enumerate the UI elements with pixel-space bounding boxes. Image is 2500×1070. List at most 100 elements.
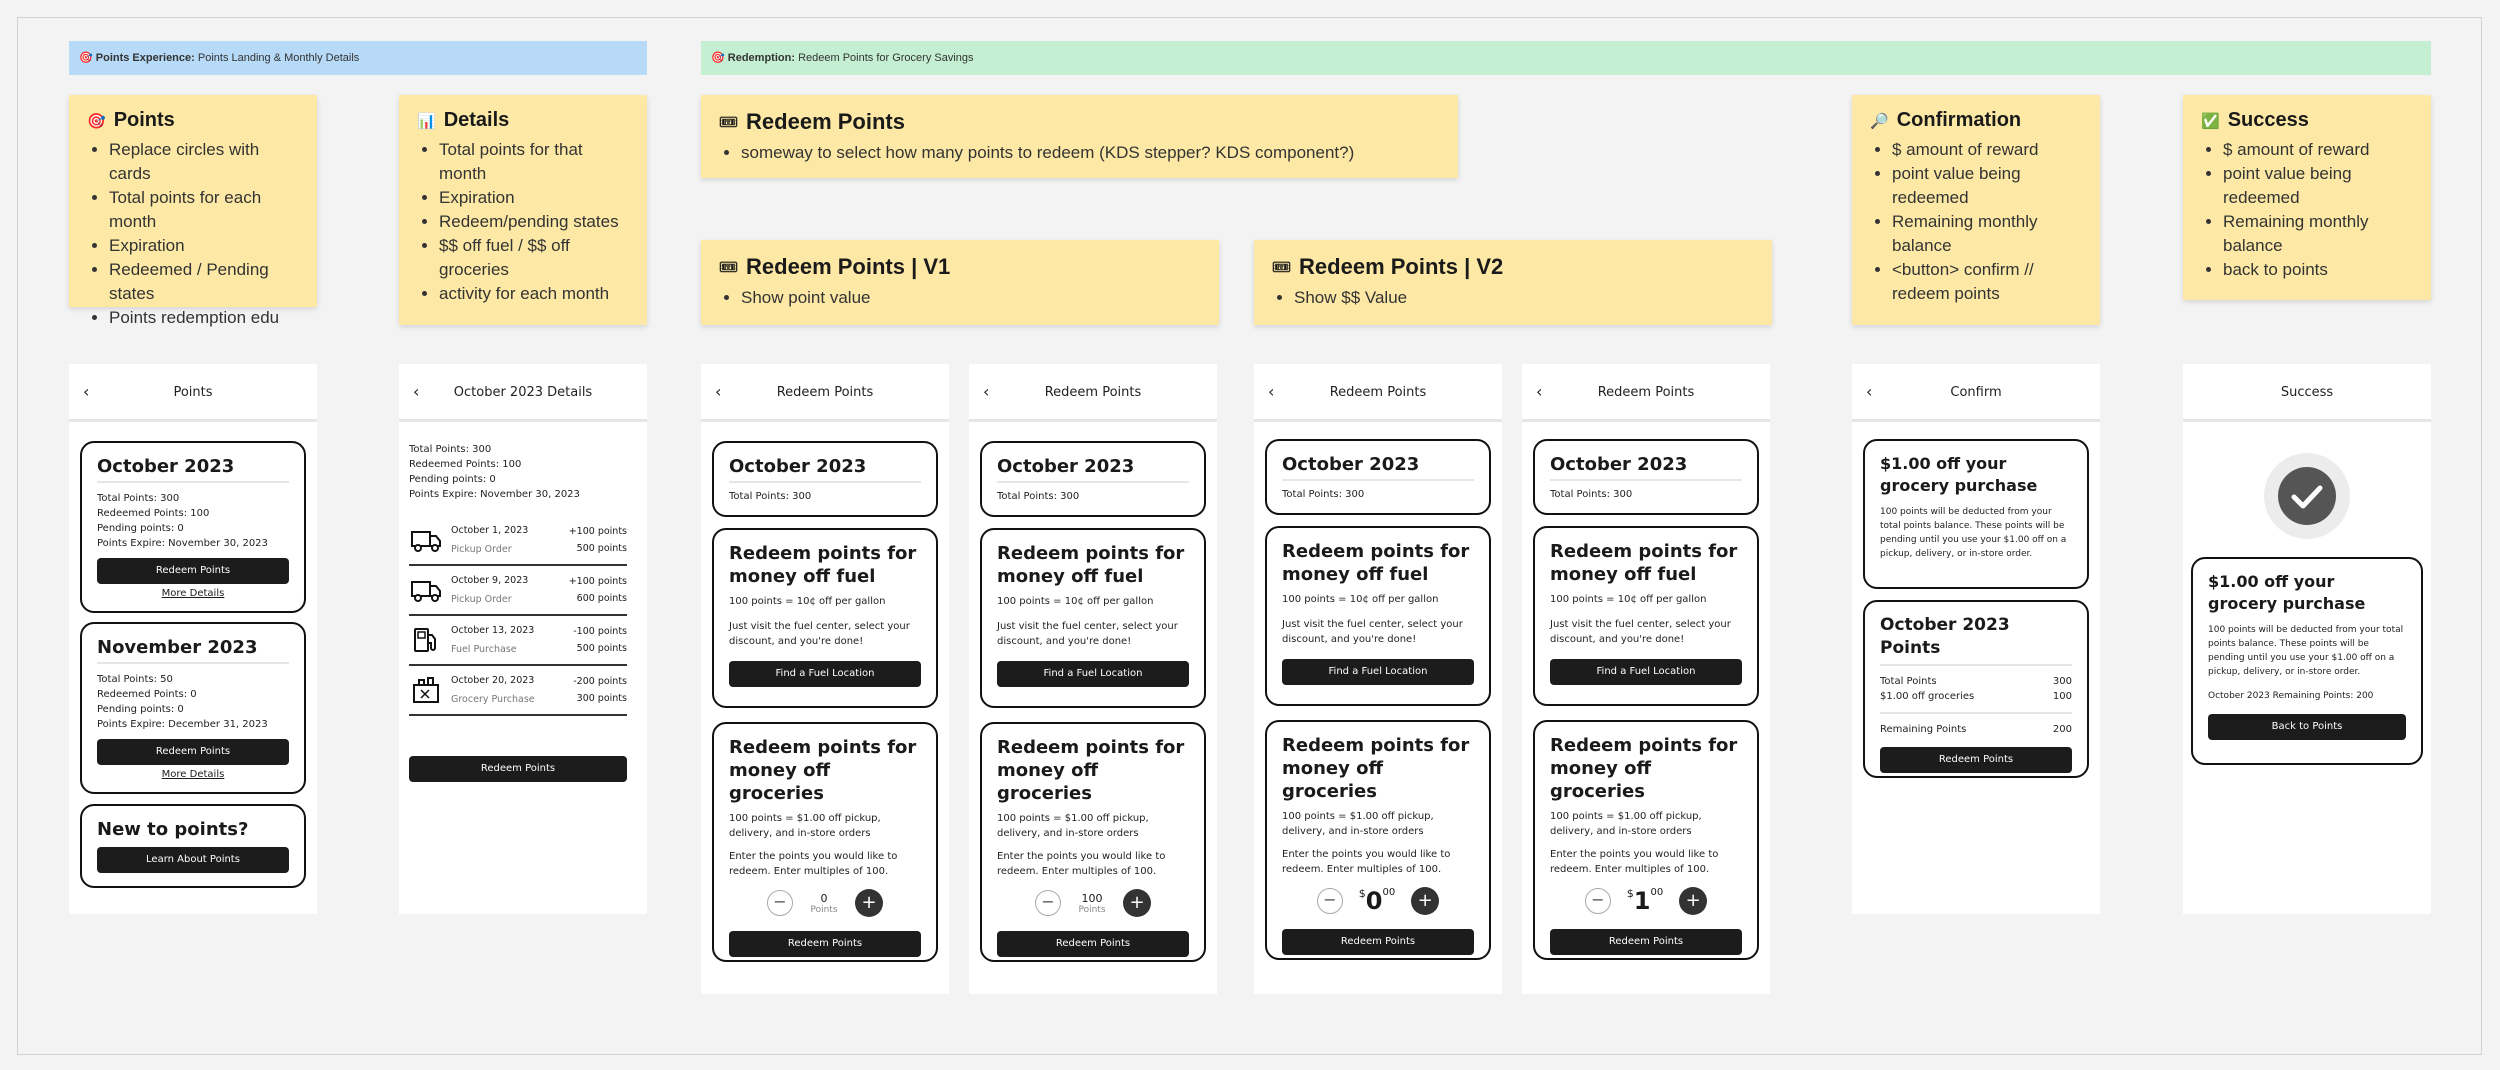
screen-title: Redeem Points — [1044, 385, 1142, 400]
sticky-list: Show $$ Value — [1272, 286, 1758, 310]
fuel-redeem-card: Redeem points for money off fuel 100 poi… — [1533, 526, 1759, 706]
screen-title: October 2023 Details — [453, 385, 593, 400]
card-title: Redeem points for money off fuel — [1282, 541, 1470, 585]
screen-header: ‹ October 2023 Details — [399, 364, 647, 422]
redeem-points-button[interactable]: Redeem Points — [97, 558, 289, 584]
plus-button[interactable]: + — [1123, 889, 1151, 917]
sticky-note-redeem-v1: 🎟Redeem Points | V1 Show point value — [701, 240, 1219, 325]
dollar-stepper: − $000 + — [1282, 887, 1474, 915]
sticky-note-redeem-v2: 🎟Redeem Points | V2 Show $$ Value — [1254, 240, 1772, 325]
plus-button[interactable]: + — [855, 889, 883, 917]
new-to-points-card: New to points? Learn About Points — [80, 804, 306, 888]
target-icon: 🎯 — [87, 112, 106, 130]
sticky-title: 🎯 Points — [87, 109, 175, 131]
points-stepper: − 100 Points + — [997, 889, 1189, 917]
success-check-icon — [2264, 453, 2350, 539]
card-title: October 2023 — [1550, 454, 1688, 475]
table-row: Total Points 300 — [1880, 676, 2072, 687]
sticky-title: 🔎 Confirmation — [1870, 109, 2022, 131]
learn-about-points-button[interactable]: Learn About Points — [97, 847, 289, 873]
redeem-points-button[interactable]: Redeem Points — [1282, 929, 1474, 955]
month-card: October 2023 Total Points: 300 — [1533, 439, 1759, 515]
sticky-note-confirmation: 🔎Confirmation $ amount of reward point v… — [1852, 95, 2100, 325]
redeem-screen-v1-hundred: ‹ Redeem Points October 2023 Total Point… — [969, 364, 1217, 994]
truck-icon — [411, 531, 441, 552]
screen-title: Confirm — [1950, 385, 2002, 400]
screen-header: ‹ Redeem Points — [701, 364, 949, 422]
success-reward-card: $1.00 off your grocery purchase 100 poin… — [2191, 557, 2423, 765]
sticky-title: 🎟 Redeem Points | V1 — [719, 254, 951, 279]
screen-header: ‹ Redeem Points — [1522, 364, 1770, 422]
redeem-points-button[interactable]: Redeem Points — [1880, 747, 2072, 773]
list-item: October 9, 2023 Pickup Order +100 points 6… — [409, 566, 627, 616]
table-row: $1.00 off groceries 100 — [1880, 691, 2072, 702]
redeem-points-button[interactable]: Redeem Points — [1550, 929, 1742, 955]
back-to-points-button[interactable]: Back to Points — [2208, 714, 2406, 740]
sticky-list: Total points for that month Expiration R… — [417, 138, 633, 306]
screen-title: Points — [173, 385, 213, 400]
more-details-link[interactable]: More Details — [97, 588, 289, 599]
points-screen: ‹ Points October 2023 Total Points: 300 … — [69, 364, 317, 914]
points-summary-card: October 2023 Points Total Points 300 $1.0… — [1863, 600, 2089, 778]
confirm-screen: ‹ Confirm $1.00 off your grocery purchas… — [1852, 364, 2100, 914]
grocery-bag-icon — [413, 677, 439, 703]
find-fuel-location-button[interactable]: Find a Fuel Location — [997, 661, 1189, 687]
fuel-redeem-card: Redeem points for money off fuel 100 poi… — [1265, 526, 1491, 706]
sticky-note-points: 🎯Points Replace circles with cards Total… — [69, 95, 317, 327]
screen-title: Success — [2280, 385, 2334, 400]
check-mark-icon: ✅ — [2201, 112, 2220, 130]
points-stepper: − 0 Points + — [729, 889, 921, 917]
screen-title: Redeem Points — [1597, 385, 1695, 400]
card-title: Redeem points for money off groceries — [729, 737, 917, 804]
redeem-points-button[interactable]: Redeem Points — [409, 756, 627, 782]
screen-header: ‹ Redeem Points — [1254, 364, 1502, 422]
find-fuel-location-button[interactable]: Find a Fuel Location — [1282, 659, 1474, 685]
redeem-points-button[interactable]: Redeem Points — [729, 931, 921, 957]
dollar-stepper: − $100 + — [1550, 887, 1742, 915]
details-summary: Total Points: 300 Redeemed Points: 100 P… — [409, 444, 580, 500]
sticky-note-redeem: 🎟Redeem Points someway to select how man… — [701, 95, 1458, 178]
sticky-list: Replace circles with cards Total points … — [87, 138, 303, 330]
minus-button[interactable]: − — [1316, 888, 1343, 914]
month-card: October 2023 Total Points: 300 — [980, 441, 1206, 517]
minus-button[interactable]: − — [767, 890, 793, 916]
section-banner-redemption: 🎯 Redemption: Redeem Points for Grocery … — [701, 41, 2431, 75]
banner-title: Redemption: — [727, 52, 795, 64]
sticky-list: $ amount of reward point value being red… — [1870, 138, 2086, 306]
details-screen: ‹ October 2023 Details Total Points: 300… — [399, 364, 647, 914]
truck-icon — [411, 581, 441, 602]
month-card-november: November 2023 Total Points: 50 Redeemed … — [80, 622, 306, 794]
screen-header: ‹ Redeem Points — [969, 364, 1217, 422]
sticky-title: 📊 Details — [417, 109, 510, 131]
minus-button[interactable]: − — [1584, 888, 1611, 914]
plus-button[interactable]: + — [1679, 887, 1708, 915]
summary-table: Total Points 300 $1.00 off groceries 100 R… — [1880, 674, 2072, 737]
redeem-points-button[interactable]: Redeem Points — [97, 739, 289, 765]
activity-list: October 1, 2023 Pickup Order +100 points 5… — [409, 516, 627, 716]
more-details-link[interactable]: More Details — [97, 769, 289, 780]
minus-button[interactable]: − — [1035, 890, 1061, 916]
plus-button[interactable]: + — [1411, 887, 1440, 915]
redeem-screen-v1-zero: ‹ Redeem Points October 2023 Total Point… — [701, 364, 949, 994]
card-title: $1.00 off your grocery purchase — [2208, 572, 2366, 613]
sticky-note-success: ✅Success $ amount of reward point value … — [2183, 95, 2431, 300]
sticky-title: ✅ Success — [2201, 109, 2309, 131]
section-banner-points-experience: 🎯 Points Experience: Points Landing & Mo… — [69, 41, 647, 75]
reward-card: $1.00 off your grocery purchase 100 poin… — [1863, 439, 2089, 589]
stepper-value: $100 — [1626, 887, 1664, 915]
card-title: October 2023 — [97, 456, 235, 477]
redeem-points-button[interactable]: Redeem Points — [997, 931, 1189, 957]
target-icon: 🎯 — [711, 52, 725, 64]
sticky-note-details: 📊Details Total points for that month Exp… — [399, 95, 647, 325]
sticky-list: someway to select how many points to red… — [719, 141, 1444, 165]
magnifier-icon: 🔎 — [1870, 112, 1889, 130]
find-fuel-location-button[interactable]: Find a Fuel Location — [729, 661, 921, 687]
stepper-value: 0 Points — [810, 891, 838, 915]
card-title: Redeem points for money off fuel — [729, 543, 917, 587]
sticky-title: 🎟 Redeem Points | V2 — [1272, 254, 1504, 279]
stepper-value: $000 — [1358, 887, 1396, 915]
find-fuel-location-button[interactable]: Find a Fuel Location — [1550, 659, 1742, 685]
redeem-screen-v2-zero: ‹ Redeem Points October 2023 Total Point… — [1254, 364, 1502, 994]
month-card: October 2023 Total Points: 300 — [712, 441, 938, 517]
banner-subtitle: Points Landing & Monthly Details — [197, 52, 360, 64]
